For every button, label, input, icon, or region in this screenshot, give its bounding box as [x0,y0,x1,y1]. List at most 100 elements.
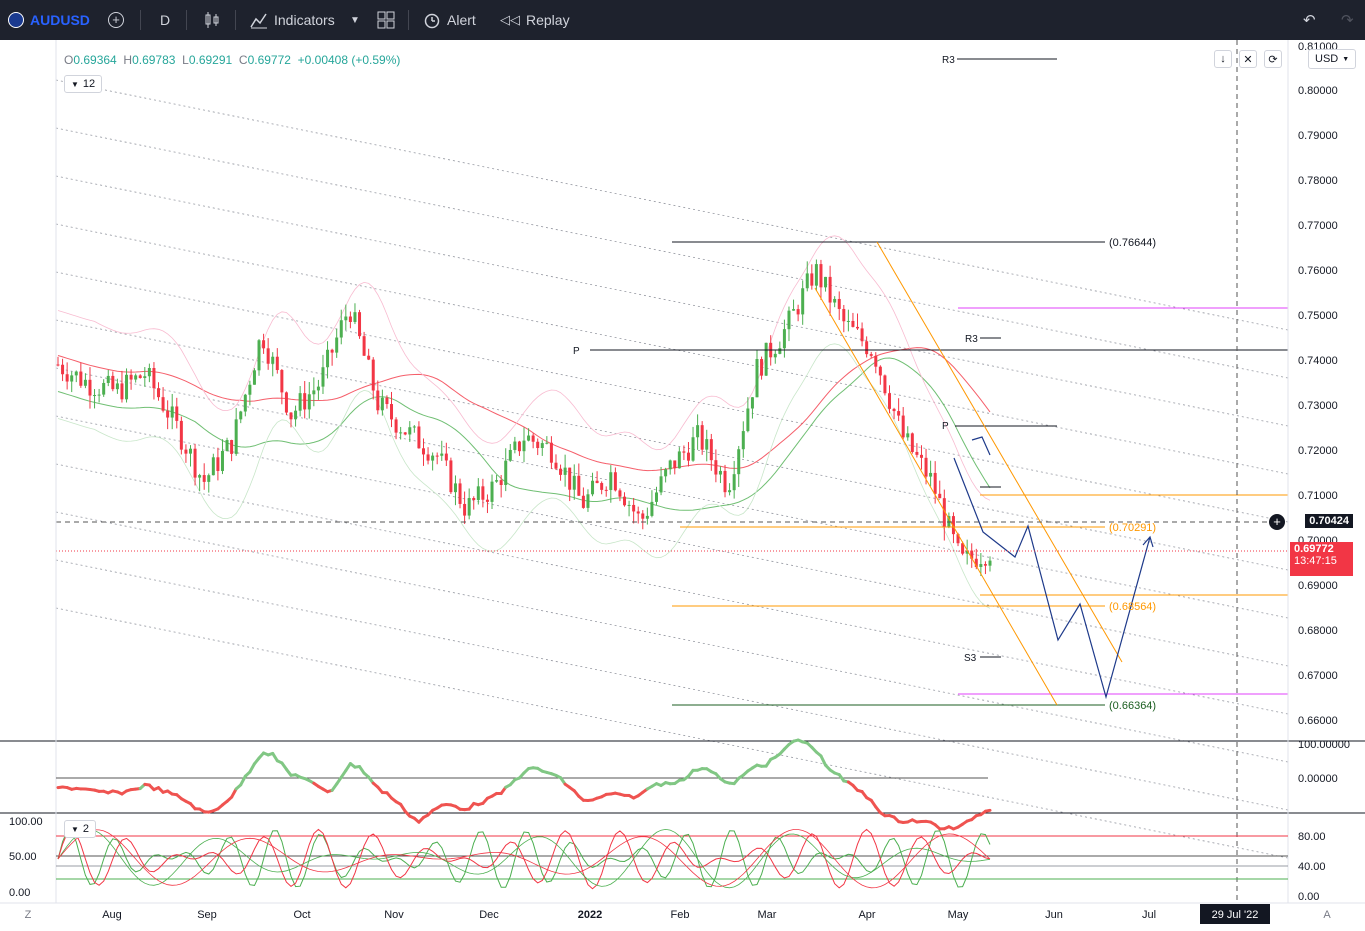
candle-body [513,441,517,450]
candle-body [403,432,407,435]
timezone-button[interactable]: Z [25,909,32,921]
add-symbol-button[interactable]: + [108,0,124,40]
reset-pane-button[interactable]: ⟳ [1264,50,1282,68]
candle-body [275,356,279,371]
candle-body [865,341,869,355]
candle-body [207,475,211,482]
candle-body [782,329,786,349]
candle-body [856,326,860,329]
chart-area[interactable]: (0.76644) (0.70291) (0.68564) (0.66364) … [0,40,1365,931]
candle-body [348,316,352,322]
crosshair-price-tag: 0.70424 [1305,514,1353,528]
candle-body [175,406,179,421]
candle-body [613,472,617,491]
candle-body [358,312,362,337]
chart-type-button[interactable] [203,0,221,40]
price-tick-label: 0.78000 [1298,175,1338,187]
low-value: 0.69291 [188,53,233,67]
chevron-down-icon: ▼ [71,824,79,834]
stoch-axis-left-bottom: 0.00 [9,887,30,899]
time-axis[interactable]: Aug Sep Oct Nov Dec 2022 Feb Mar Apr May Jun Jul [102,909,1156,921]
candle-body [750,397,754,409]
candle-body [408,427,412,435]
candle-body [887,393,891,409]
candle-body [97,394,101,396]
candle-body [125,374,129,400]
move-pane-down-button[interactable]: ↓ [1214,50,1232,68]
candle-body [549,442,553,463]
alert-button[interactable]: Alert [423,0,476,40]
candle-body [901,415,905,438]
candle-body [568,467,572,490]
candle-body [339,320,343,338]
candle-body [664,469,668,477]
channel-line-lower[interactable] [814,287,1058,706]
candle-body [138,375,142,379]
candle-body [983,564,987,566]
price-tick-label: 0.77000 [1298,220,1338,232]
interval-label: D [160,12,171,28]
time-tick-label: Dec [479,909,499,921]
candle-body [495,480,499,482]
indicators-dropdown[interactable]: ▼ [350,0,360,40]
channel-line-upper[interactable] [876,241,1123,663]
candle-body [700,425,704,450]
currency-select[interactable]: USD ▼ [1308,49,1357,69]
candle-body [65,374,69,382]
candle-body [618,490,622,497]
candle-body [604,489,608,491]
price-tick-label: 0.68000 [1298,625,1338,637]
osc-axis-top: 100.00000 [1298,739,1350,751]
candle-body [376,390,380,411]
candle-body [147,368,151,377]
candle-body [289,412,293,420]
candle-body [883,375,887,394]
redo-button[interactable]: ↷ [1341,0,1354,40]
symbol-label: AUDUSD [30,12,90,28]
candle-body [312,390,316,395]
candle-body [234,419,238,454]
candle-body [444,453,448,461]
price-tick-label: 0.72000 [1298,445,1338,457]
candle-body [572,475,576,490]
interval-button[interactable]: D [160,0,170,40]
lower-pane-toggle[interactable]: ▼ 2 [64,820,97,838]
candle-body [202,475,206,482]
auto-scale-button[interactable]: A [1323,909,1331,921]
maximize-pane-button[interactable]: ✕ [1239,50,1257,68]
candle-body [988,560,992,566]
price-axis[interactable]: 0.80000 0.79000 0.78000 0.77000 0.76000 0.750… [1298,85,1338,727]
candle-body [536,441,540,449]
candle-body [243,394,247,412]
symbol-search[interactable]: AUDUSD [8,0,90,40]
layouts-button[interactable] [377,0,395,40]
candle-body [824,276,828,288]
high-value: 0.69783 [132,53,176,67]
candle-body [878,366,882,376]
price-tick-label: 0.75000 [1298,310,1338,322]
channel-dotted-line [55,175,1289,427]
candle-body [545,442,549,444]
indicators-toggle[interactable]: ▼ 12 [64,75,103,93]
candle-body [93,395,97,397]
candle-body [714,460,718,475]
candle-body [522,440,526,452]
candle-body [74,371,78,376]
candle-body [421,448,425,455]
candle-body [367,355,371,360]
replay-button[interactable]: ◁◁ Replay [500,0,570,40]
candle-body [70,375,74,382]
candle-body [79,371,83,386]
undo-button[interactable]: ↶ [1303,0,1316,40]
candle-body [431,455,435,461]
candle-body [741,431,745,450]
indicators-button[interactable]: Indicators [250,0,335,40]
candle-body [220,450,224,471]
candle-body [910,433,914,452]
candle-body [152,368,156,389]
add-alert-icon[interactable]: + [1269,514,1285,530]
candle-body [792,309,796,311]
channel-dotted-line [55,223,1289,475]
candle-body [184,449,188,454]
toolbar-divider [408,10,409,30]
